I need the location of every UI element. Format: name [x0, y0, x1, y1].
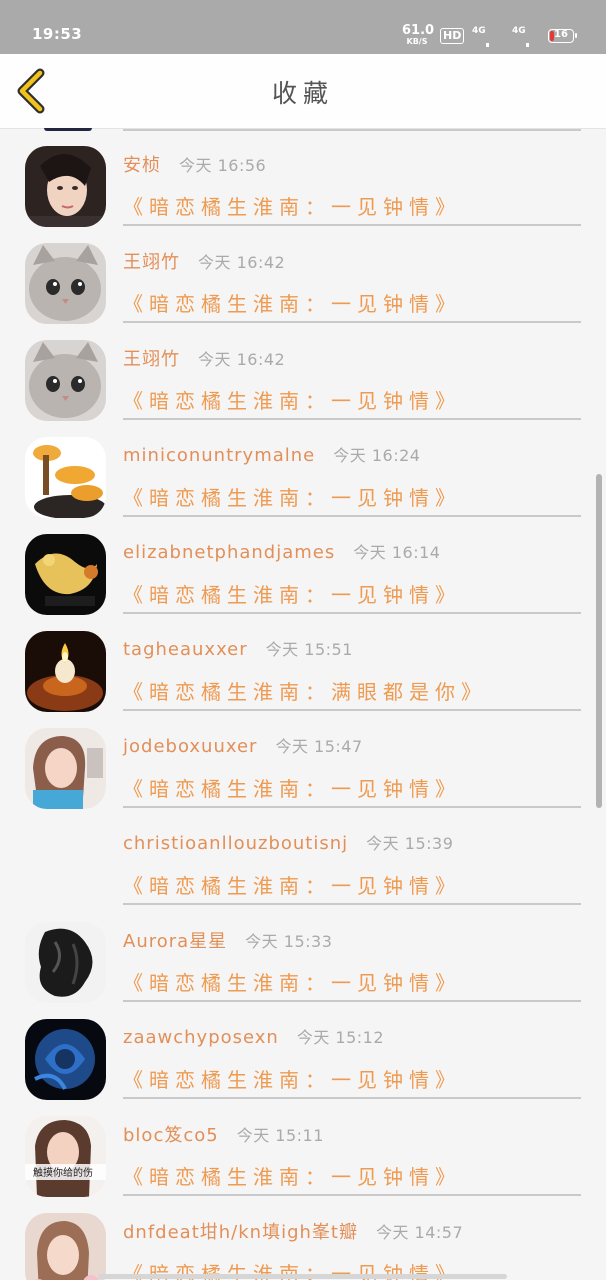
vertical-scrollbar[interactable]: [596, 474, 602, 808]
list-item[interactable]: 王翊竹 今天 16:42 《暗恋橘生淮南：一见钟情》: [0, 225, 606, 324]
book-title-link[interactable]: 《暗恋橘生淮南：一见钟情》: [123, 870, 461, 899]
book-title-link[interactable]: 《暗恋橘生淮南：一见钟情》: [123, 1161, 461, 1190]
status-time: 19:53: [32, 25, 83, 43]
username: zaawchyposexn: [123, 1027, 279, 1048]
avatar[interactable]: [25, 243, 106, 324]
avatar[interactable]: [25, 146, 106, 227]
hd-icon: HD: [440, 28, 465, 44]
timestamp: 今天 14:57: [375, 1223, 464, 1242]
avatar[interactable]: [25, 728, 106, 809]
list-item[interactable]: miniconuntrymalne 今天 16:24 《暗恋橘生淮南：一见钟情》: [0, 419, 606, 518]
book-title-link[interactable]: 《暗恋橘生淮南：一见钟情》: [123, 1064, 461, 1093]
timestamp: 今天 15:39: [366, 834, 454, 853]
username: tagheauxxer: [123, 639, 248, 660]
book-title-link[interactable]: 《暗恋橘生淮南：一见钟情》: [123, 482, 461, 511]
list-item[interactable]: elizabnetphandjames 今天 16:14 《暗恋橘生淮南：一见钟情…: [0, 516, 606, 615]
username: dnfdeat坩h/kn填igh峯t瓣: [123, 1222, 358, 1243]
book-title-link[interactable]: 《暗恋橘生淮南：一见钟情》: [123, 191, 461, 220]
timestamp: 今天 15:12: [296, 1028, 385, 1047]
timestamp: 今天 15:33: [245, 932, 333, 951]
username: 安桢: [123, 155, 161, 176]
username: 王翊竹: [123, 252, 180, 273]
status-bar: 19:53 61.0 KB/S HD 4G 4G 16: [0, 0, 606, 104]
battery-icon: 16: [548, 29, 577, 43]
timestamp: 今天 15:51: [265, 640, 353, 659]
username: 王翊竹: [123, 349, 180, 370]
username: miniconuntrymalne: [123, 445, 316, 466]
book-title-link[interactable]: 《暗恋橘生淮南：一见钟情》: [123, 967, 461, 996]
avatar[interactable]: [25, 340, 106, 421]
timestamp: 今天 15:47: [275, 737, 363, 756]
favorites-list[interactable]: 安桢 今天 16:56 《暗恋橘生淮南：一见钟情》 王翊竹 今天 16:42 《暗恋…: [0, 128, 606, 1280]
list-item[interactable]: 触摸你给的伤 bloc笈co5 今天 15:11 《暗恋橘生淮南：一见钟情》: [0, 1098, 606, 1197]
avatar[interactable]: [25, 1213, 106, 1280]
avatar[interactable]: [25, 437, 106, 518]
list-item[interactable]: 王翊竹 今天 16:42 《暗恋橘生淮南：一见钟情》: [0, 322, 606, 421]
network-speed: 61.0 KB/S: [402, 23, 435, 46]
page-title: 收藏: [271, 79, 334, 108]
timestamp: 今天 16:42: [198, 253, 286, 272]
battery-level: 16: [554, 29, 568, 40]
avatar[interactable]: [25, 631, 106, 712]
network-type-label: 4G: [512, 26, 526, 36]
avatar[interactable]: 触摸你给的伤: [25, 1116, 106, 1197]
avatar-caption: 触摸你给的伤: [33, 1166, 93, 1179]
list-item[interactable]: jodeboxuuxer 今天 15:47 《暗恋橘生淮南：一见钟情》: [0, 710, 606, 809]
header-bar: 收藏: [0, 54, 606, 129]
timestamp: 今天 16:14: [353, 543, 441, 562]
book-title-link[interactable]: 《暗恋橘生淮南：一见钟情》: [123, 579, 461, 608]
avatar[interactable]: [25, 1019, 106, 1100]
network-speed-unit: KB/S: [406, 37, 428, 46]
list-item[interactable]: zaawchyposexn 今天 15:12 《暗恋橘生淮南：一见钟情》: [0, 1001, 606, 1100]
list-item[interactable]: Aurora星星 今天 15:33 《暗恋橘生淮南：一见钟情》: [0, 904, 606, 1003]
book-title-link[interactable]: 《暗恋橘生淮南：满眼都是你》: [123, 676, 487, 705]
avatar[interactable]: [25, 922, 106, 1003]
list-item[interactable]: tagheauxxer 今天 15:51 《暗恋橘生淮南：满眼都是你》: [0, 613, 606, 712]
timestamp: 今天 15:11: [236, 1126, 324, 1145]
home-indicator[interactable]: [98, 1274, 507, 1279]
timestamp: 今天 16:42: [198, 350, 286, 369]
username: elizabnetphandjames: [123, 542, 336, 563]
username: christioanllouzboutisnj: [123, 833, 349, 854]
network-type-label: 4G: [472, 26, 486, 36]
network-speed-value: 61.0: [402, 23, 435, 38]
avatar[interactable]: [25, 534, 106, 615]
timestamp: 今天 16:24: [333, 446, 421, 465]
book-title-link[interactable]: 《暗恋橘生淮南：一见钟情》: [123, 385, 461, 414]
username: Aurora星星: [123, 931, 228, 952]
list-item[interactable]: 安桢 今天 16:56 《暗恋橘生淮南：一见钟情》: [0, 128, 606, 227]
username: bloc笈co5: [123, 1125, 219, 1146]
book-title-link[interactable]: 《暗恋橘生淮南：一见钟情》: [123, 288, 461, 317]
book-title-link[interactable]: 《暗恋橘生淮南：一见钟情》: [123, 773, 461, 802]
list-item[interactable]: dnfdeat坩h/kn填igh峯t瓣 今天 14:57 《暗恋橘生淮南：一见钟情…: [0, 1195, 606, 1280]
username: jodeboxuuxer: [123, 736, 258, 757]
timestamp: 今天 16:56: [179, 156, 267, 175]
list-item[interactable]: christioanllouzboutisnj 今天 15:39 《暗恋橘生淮南：…: [0, 807, 606, 905]
